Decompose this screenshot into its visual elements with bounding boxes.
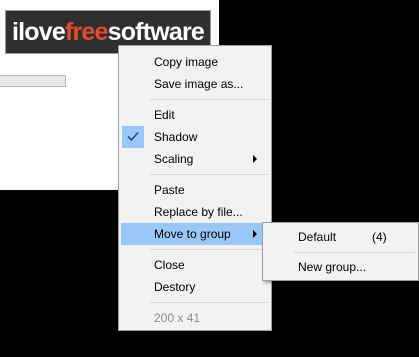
progress-bar [0, 75, 66, 87]
menu-item-save-image-as[interactable]: Save image as... [121, 73, 269, 95]
menu-item-move-to-group[interactable]: Move to group [121, 223, 269, 245]
context-menu: Copy image Save image as... Edit Shadow … [118, 45, 272, 331]
group-count: (4) [372, 230, 387, 244]
menu-item-label: Copy image [154, 55, 219, 69]
menu-separator [150, 174, 268, 175]
menu-item-copy-image[interactable]: Copy image [121, 51, 269, 73]
menu-item-dimensions: 200 x 41 [121, 307, 269, 329]
menu-separator [150, 249, 268, 250]
menu-item-edit[interactable]: Edit [121, 104, 269, 126]
menu-item-label: Close [154, 258, 185, 272]
submenu-item-label: New group... [298, 260, 367, 274]
menu-item-label: 200 x 41 [154, 311, 201, 325]
menu-item-paste[interactable]: Paste [121, 179, 269, 201]
logo-text-free: free [64, 17, 108, 46]
menu-item-label: Shadow [154, 130, 198, 144]
menu-separator [150, 302, 268, 303]
submenu-item-new-group[interactable]: New group... [265, 256, 416, 278]
logo-text-software: software [107, 17, 205, 46]
menu-item-scaling[interactable]: Scaling [121, 148, 269, 170]
menu-item-replace-by-file[interactable]: Replace by file... [121, 201, 269, 223]
submenu-item-label: Default [298, 230, 337, 244]
menu-item-label: Scaling [154, 152, 194, 166]
menu-item-label: Save image as... [154, 77, 244, 91]
menu-item-label: Paste [154, 183, 185, 197]
menu-item-label: Destory [154, 280, 196, 294]
chevron-right-icon [253, 230, 257, 238]
menu-item-label: Edit [154, 108, 175, 122]
menu-item-destory[interactable]: Destory [121, 276, 269, 298]
chevron-right-icon [253, 155, 257, 163]
group-submenu: Default (4) New group... [262, 222, 419, 281]
menu-item-label: Replace by file... [154, 205, 243, 219]
logo-text-ilove: ilove [11, 17, 66, 46]
menu-separator [150, 99, 268, 100]
check-icon [122, 126, 144, 148]
menu-item-shadow[interactable]: Shadow [121, 126, 269, 148]
menu-separator [294, 252, 415, 253]
submenu-item-default[interactable]: Default (4) [265, 226, 416, 248]
menu-item-label: Move to group [154, 227, 231, 241]
menu-item-close[interactable]: Close [121, 254, 269, 276]
